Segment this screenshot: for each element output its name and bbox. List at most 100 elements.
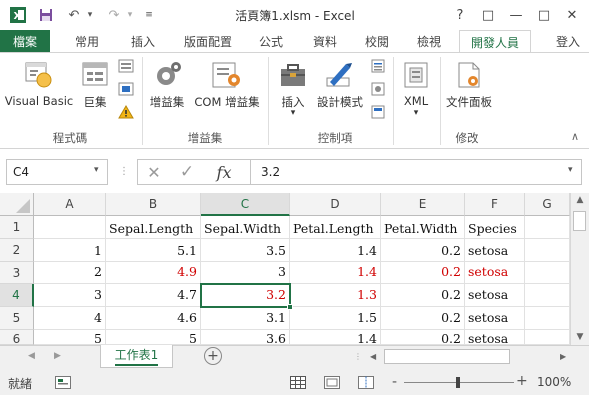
relative-references-icon[interactable] <box>117 81 135 97</box>
cell-d5[interactable]: 1.5 <box>290 307 381 330</box>
cell-b2[interactable]: 5.1 <box>106 239 201 262</box>
zoom-out-button[interactable]: - <box>392 374 402 390</box>
horizontal-scroll-thumb[interactable] <box>384 349 510 364</box>
normal-view-icon[interactable] <box>290 376 306 389</box>
macro-security-warning-icon[interactable] <box>117 104 135 120</box>
tab-page-layout[interactable]: 版面配置 <box>176 30 240 52</box>
design-mode-button[interactable]: 設計模式 <box>314 94 366 110</box>
page-break-view-icon[interactable] <box>358 376 374 389</box>
cell-a3[interactable]: 2 <box>34 262 106 284</box>
tab-review[interactable]: 校閱 <box>356 30 398 52</box>
tab-split-icon[interactable]: ⋮ <box>354 352 364 361</box>
tab-home[interactable]: 常用 <box>66 30 108 52</box>
record-macro-icon[interactable] <box>117 58 135 74</box>
cell-c6[interactable]: 3.6 <box>201 330 290 345</box>
save-icon[interactable] <box>36 6 56 24</box>
cell-g2[interactable] <box>525 239 570 262</box>
cell-f2[interactable]: setosa <box>465 239 525 262</box>
cell-e6[interactable]: 0.2 <box>381 330 465 345</box>
macros-button[interactable]: 巨集 <box>78 94 112 110</box>
cell-a5[interactable]: 4 <box>34 307 106 330</box>
cancel-entry-icon[interactable]: ✕ <box>138 163 170 182</box>
cell-c2[interactable]: 3.5 <box>201 239 290 262</box>
cell-g3[interactable] <box>525 262 570 284</box>
view-code-icon[interactable] <box>370 81 386 97</box>
column-header-b[interactable]: B <box>106 193 201 216</box>
tab-insert[interactable]: 插入 <box>122 30 164 52</box>
xml-button[interactable]: XML <box>398 94 434 108</box>
customize-qat-icon[interactable]: ≡ <box>142 6 156 24</box>
tab-data[interactable]: 資料 <box>304 30 346 52</box>
properties-icon[interactable] <box>370 58 386 74</box>
enter-entry-icon[interactable]: ✓ <box>170 162 204 182</box>
undo-dropdown-icon[interactable]: ▾ <box>84 6 96 24</box>
cell-g1[interactable] <box>525 216 570 239</box>
macro-record-icon[interactable] <box>55 376 71 389</box>
add-sheet-button[interactable]: + <box>204 347 222 365</box>
redo-icon[interactable]: ↷ <box>104 6 124 24</box>
row-header-3[interactable]: 3 <box>0 262 34 284</box>
formula-input[interactable]: 3.2 <box>250 159 582 185</box>
zoom-slider-thumb[interactable] <box>456 377 460 388</box>
tab-developer[interactable]: 開發人員 <box>459 30 531 53</box>
ribbon-display-button[interactable]: □ <box>474 4 502 26</box>
help-button[interactable]: ? <box>446 4 474 26</box>
sheet-tab-1[interactable]: 工作表1 <box>100 345 173 368</box>
minimize-button[interactable]: — <box>502 4 530 26</box>
cell-d6[interactable]: 1.4 <box>290 330 381 345</box>
cell-c5[interactable]: 3.1 <box>201 307 290 330</box>
row-header-2[interactable]: 2 <box>0 239 34 262</box>
scroll-up-icon[interactable]: ▲ <box>573 195 587 207</box>
tab-file[interactable]: 檔案 <box>0 30 50 52</box>
page-layout-view-icon[interactable] <box>324 376 340 389</box>
visual-basic-button[interactable]: Visual Basic <box>2 94 76 108</box>
zoom-in-button[interactable]: + <box>516 373 528 389</box>
cell-b6[interactable]: 5 <box>106 330 201 345</box>
sheet-next-icon[interactable]: ▶ <box>54 351 64 361</box>
cell-d2[interactable]: 1.4 <box>290 239 381 262</box>
cell-d3[interactable]: 1.4 <box>290 262 381 284</box>
cell-b4[interactable]: 4.7 <box>106 284 201 307</box>
addins-button[interactable]: 增益集 <box>146 94 188 110</box>
name-box[interactable]: C4 <box>6 159 108 185</box>
column-header-c[interactable]: C <box>201 193 290 216</box>
sheet-prev-icon[interactable]: ◀ <box>28 351 38 361</box>
cell-b3[interactable]: 4.9 <box>106 262 201 284</box>
undo-icon[interactable]: ↶ <box>64 6 84 24</box>
sign-in-link[interactable]: 登入 <box>556 30 589 52</box>
column-header-g[interactable]: G <box>525 193 570 216</box>
cell-f4[interactable]: setosa <box>465 284 525 307</box>
cell-b5[interactable]: 4.6 <box>106 307 201 330</box>
row-header-5[interactable]: 5 <box>0 307 34 330</box>
cell-e1[interactable]: Petal.Width <box>381 216 465 239</box>
row-header-4[interactable]: 4 <box>0 284 34 307</box>
cell-a1[interactable] <box>34 216 106 239</box>
cell-c4[interactable]: 3.2 <box>201 284 290 307</box>
cell-f5[interactable]: setosa <box>465 307 525 330</box>
column-header-f[interactable]: F <box>465 193 525 216</box>
fill-handle[interactable] <box>287 304 293 310</box>
cell-a6[interactable]: 5 <box>34 330 106 345</box>
expand-formula-bar-icon[interactable]: ▾ <box>568 165 580 175</box>
cell-e2[interactable]: 0.2 <box>381 239 465 262</box>
cell-e5[interactable]: 0.2 <box>381 307 465 330</box>
insert-function-icon[interactable]: fx <box>204 163 244 182</box>
cell-b1[interactable]: Sepal.Length <box>106 216 201 239</box>
cell-d4[interactable]: 1.3 <box>290 284 381 307</box>
cell-c1[interactable]: Sepal.Width <box>201 216 290 239</box>
row-header-1[interactable]: 1 <box>0 216 34 239</box>
row-header-6[interactable]: 6 <box>0 330 34 345</box>
tab-formulas[interactable]: 公式 <box>250 30 292 52</box>
redo-dropdown-icon[interactable]: ▾ <box>124 6 136 24</box>
vertical-scroll-thumb[interactable] <box>573 211 586 231</box>
column-header-a[interactable]: A <box>34 193 106 216</box>
maximize-button[interactable]: □ <box>530 4 558 26</box>
collapse-ribbon-icon[interactable]: ∧ <box>571 130 583 144</box>
cell-g4[interactable] <box>525 284 570 307</box>
cell-f3[interactable]: setosa <box>465 262 525 284</box>
cell-d1[interactable]: Petal.Length <box>290 216 381 239</box>
cell-e4[interactable]: 0.2 <box>381 284 465 307</box>
cell-f6[interactable]: setosa <box>465 330 525 345</box>
cell-f1[interactable]: Species <box>465 216 525 239</box>
cell-g6[interactable] <box>525 330 570 345</box>
